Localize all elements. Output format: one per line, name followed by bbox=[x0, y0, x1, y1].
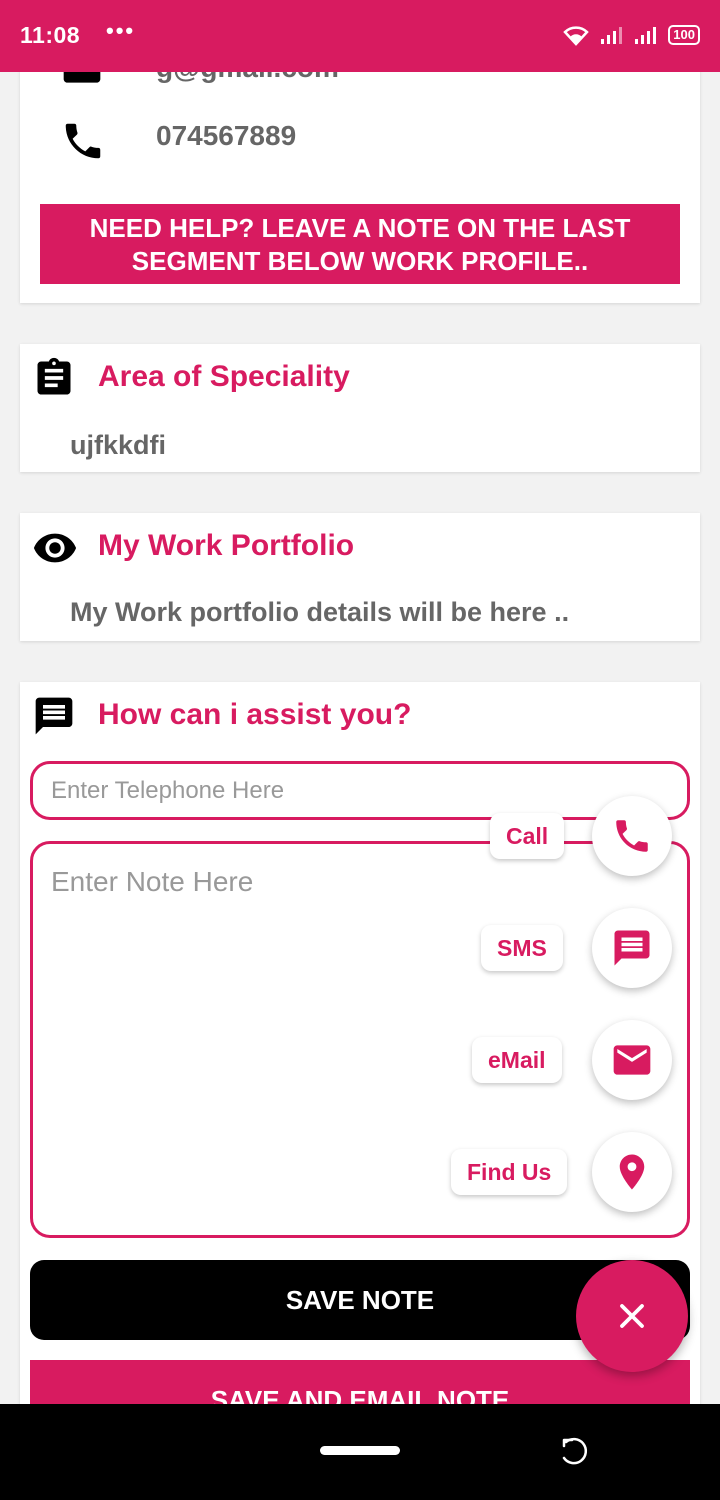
sms-fab[interactable] bbox=[592, 908, 672, 988]
speciality-title: Area of Speciality bbox=[98, 360, 350, 393]
portfolio-card: My Work Portfolio My Work portfolio deta… bbox=[20, 513, 700, 641]
status-icons: 100 bbox=[562, 24, 700, 46]
signal-icon bbox=[601, 27, 623, 44]
chat-icon bbox=[35, 697, 73, 735]
phone-row bbox=[60, 118, 106, 164]
phone-icon bbox=[65, 123, 101, 159]
portfolio-value: My Work portfolio details will be here .… bbox=[70, 597, 570, 627]
assist-title: How can i assist you? bbox=[98, 698, 412, 731]
note-input[interactable]: Enter Note Here bbox=[30, 841, 690, 1238]
speciality-value: ujfkkdfi bbox=[70, 430, 167, 460]
close-icon bbox=[620, 1304, 644, 1328]
close-fab[interactable] bbox=[576, 1260, 688, 1372]
phone-text[interactable]: 074567889 bbox=[156, 120, 296, 152]
phone-icon bbox=[616, 820, 648, 852]
clipboard-icon bbox=[37, 357, 71, 395]
wifi-icon bbox=[563, 26, 590, 46]
sms-label[interactable]: SMS bbox=[481, 925, 563, 971]
portfolio-title: My Work Portfolio bbox=[98, 529, 355, 562]
battery-icon: 100 bbox=[668, 25, 700, 45]
speciality-header bbox=[32, 356, 76, 400]
message-icon bbox=[614, 930, 650, 966]
home-gesture-pill[interactable] bbox=[320, 1446, 400, 1455]
eye-icon bbox=[33, 533, 77, 563]
status-time: 11:08 bbox=[20, 22, 81, 48]
find-us-label[interactable]: Find Us bbox=[451, 1149, 568, 1195]
email-fab[interactable] bbox=[592, 1020, 672, 1100]
email-label[interactable]: eMail bbox=[472, 1037, 562, 1083]
call-fab[interactable] bbox=[592, 796, 672, 876]
signal-icon-2 bbox=[635, 27, 657, 44]
assist-header bbox=[32, 694, 76, 738]
call-label[interactable]: Call bbox=[490, 813, 565, 859]
save-email-note-button[interactable]: SAVE AND EMAIL NOTE bbox=[30, 1360, 690, 1404]
status-bar: 11:08 ••• 100 bbox=[0, 0, 720, 72]
find-us-fab[interactable] bbox=[592, 1132, 672, 1212]
speciality-card: Area of Speciality ujfkkdfi bbox=[20, 344, 700, 472]
notification-dots: ••• bbox=[106, 18, 136, 43]
rotate-icon[interactable] bbox=[558, 1434, 592, 1468]
location-pin-icon bbox=[619, 1154, 645, 1190]
help-banner: NEED HELP? LEAVE A NOTE ON THE LAST SEGM… bbox=[40, 204, 680, 284]
mail-icon bbox=[613, 1045, 651, 1075]
scroll-content[interactable]: g@gmail.com 074567889 NEED HELP? LEAVE A… bbox=[0, 0, 720, 1404]
telephone-input[interactable]: Enter Telephone Here bbox=[30, 761, 690, 820]
portfolio-header bbox=[32, 525, 78, 571]
